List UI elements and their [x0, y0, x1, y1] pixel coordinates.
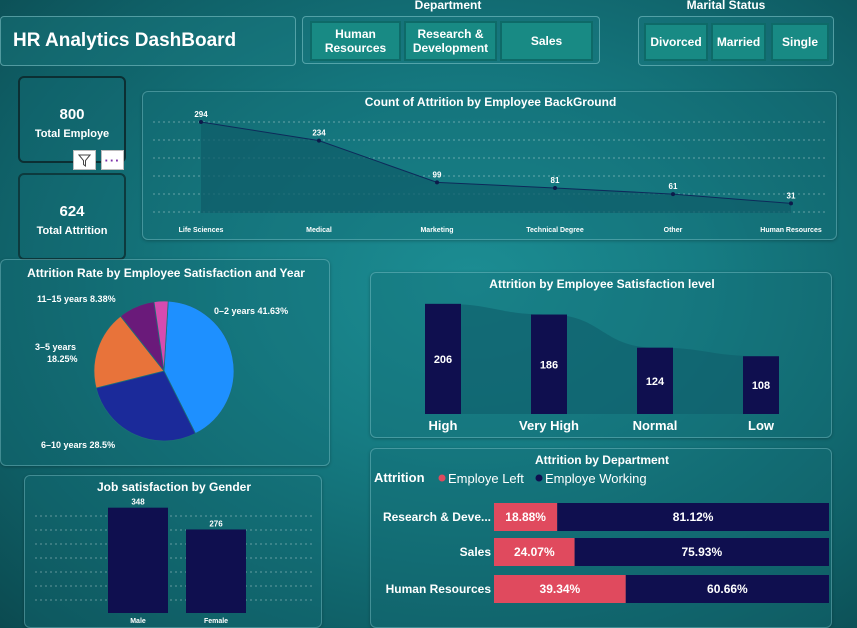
dashboard-title-bar: HR Analytics DashBoard	[0, 16, 296, 66]
x-tick-label: Normal	[633, 418, 678, 433]
department-chart-panel: Attrition by Department Attrition Employe…	[370, 448, 832, 628]
filter-icon[interactable]	[73, 150, 96, 170]
data-label: 75.93%	[681, 545, 722, 559]
slicer-option-divorced[interactable]: Divorced	[644, 23, 708, 61]
x-tick-label: High	[429, 418, 458, 433]
bar-male	[108, 507, 168, 613]
data-label: 234	[312, 129, 326, 138]
pie-slice-label: 18.25%	[47, 354, 78, 364]
pie-slice-label: 11–15 years 8.38%	[37, 294, 116, 304]
data-label: 81.12%	[673, 510, 714, 524]
x-tick-label: Very High	[519, 418, 579, 433]
slicer-option-single[interactable]: Single	[771, 23, 829, 61]
marital-slicer-title: Marital Status	[686, 0, 766, 12]
satisfaction-level-chart: 206 High 186 Very High 124 Normal 108 Low	[425, 303, 779, 433]
data-label: 348	[131, 498, 145, 507]
data-point	[199, 120, 203, 125]
data-label: 24.07%	[514, 545, 555, 559]
x-tick-label: Technical Degree	[526, 227, 584, 234]
marital-slicer: Divorced Married Single	[638, 16, 834, 66]
data-label: 31	[787, 191, 796, 200]
background-area-chart: 294 Life Sciences 234 Medical 99 Marketing 81 T…	[153, 110, 826, 234]
data-label: 276	[209, 519, 223, 528]
x-tick-label: Low	[748, 418, 775, 433]
pie-slice-label: 3–5 years	[35, 342, 76, 352]
data-point	[671, 192, 675, 197]
kpi-total-employees-value: 800	[59, 106, 85, 123]
data-label: 61	[669, 182, 678, 191]
data-label: 206	[434, 354, 452, 366]
department-slicer: Human Resources Research & Development S…	[302, 16, 600, 64]
slicer-option-sales[interactable]: Sales	[500, 21, 593, 61]
legend-marker-working	[535, 474, 543, 482]
x-tick-label: Male	[130, 618, 146, 625]
kpi-total-employees-label: Total Employe	[34, 128, 110, 140]
legend-marker-left	[438, 474, 446, 482]
department-stacked-bar-chart: Attrition Employe Left Employe Working Rese…	[374, 470, 829, 603]
gender-chart-panel: Job satisfaction by Gender 348 Male 276 Fem…	[24, 475, 322, 628]
ribbon-area	[443, 303, 761, 414]
kpi-total-attrition-value: 624	[59, 203, 85, 220]
y-tick-label: Sales	[460, 545, 492, 559]
x-tick-label: Other	[664, 227, 683, 234]
pie-slice-label: 0–2 years 41.63%	[214, 306, 288, 316]
slicer-option-married[interactable]: Married	[711, 23, 766, 61]
more-options-icon[interactable]: ···	[101, 150, 124, 170]
data-label: 99	[433, 170, 442, 179]
x-tick-label: Medical	[306, 227, 332, 234]
gender-bar-chart: 348 Male 276 Female	[35, 498, 313, 625]
data-label: 81	[551, 176, 560, 185]
dashboard-title: HR Analytics DashBoard	[13, 30, 237, 51]
pie-slice-label: 6–10 years 28.5%	[41, 440, 115, 450]
department-slicer-title: Department	[414, 0, 482, 12]
data-label: 60.66%	[707, 582, 748, 596]
kpi-total-attrition-label: Total Attrition	[36, 225, 108, 237]
legend-title: Attrition	[374, 470, 425, 485]
y-tick-label: Research & Deve...	[383, 510, 491, 524]
legend-label-working: Employe Working	[545, 471, 647, 486]
y-tick-label: Human Resources	[386, 582, 492, 596]
x-tick-label: Life Sciences	[179, 227, 224, 234]
kpi-total-attrition[interactable]: 624 Total Attrition	[18, 173, 126, 260]
satisfaction-year-pie-chart: 0–2 years 41.63% 6–10 years 28.5% 3–5 year…	[35, 294, 288, 450]
data-label: 108	[752, 380, 770, 392]
data-point	[789, 201, 793, 206]
data-label: 186	[540, 359, 558, 371]
data-point	[317, 138, 321, 143]
bar-female	[186, 529, 246, 613]
slicer-option-research-development[interactable]: Research & Development	[404, 21, 497, 61]
data-label: 294	[194, 110, 208, 119]
data-label: 18.88%	[505, 510, 546, 524]
x-tick-label: Human Resources	[760, 227, 822, 234]
satisfaction-level-panel: Attrition by Employee Satisfaction level…	[370, 272, 832, 438]
satisfaction-year-pie-panel: Attrition Rate by Employee Satisfaction …	[0, 259, 330, 466]
data-label: 124	[646, 376, 665, 388]
background-chart-panel: Count of Attrition by Employee BackGroun…	[142, 91, 837, 240]
x-tick-label: Marketing	[420, 227, 453, 234]
slicer-option-human-resources[interactable]: Human Resources	[310, 21, 401, 61]
data-point	[435, 180, 439, 185]
data-label: 39.34%	[540, 582, 581, 596]
x-tick-label: Female	[204, 618, 228, 625]
legend-label-left: Employe Left	[448, 471, 524, 486]
data-point	[553, 185, 557, 190]
